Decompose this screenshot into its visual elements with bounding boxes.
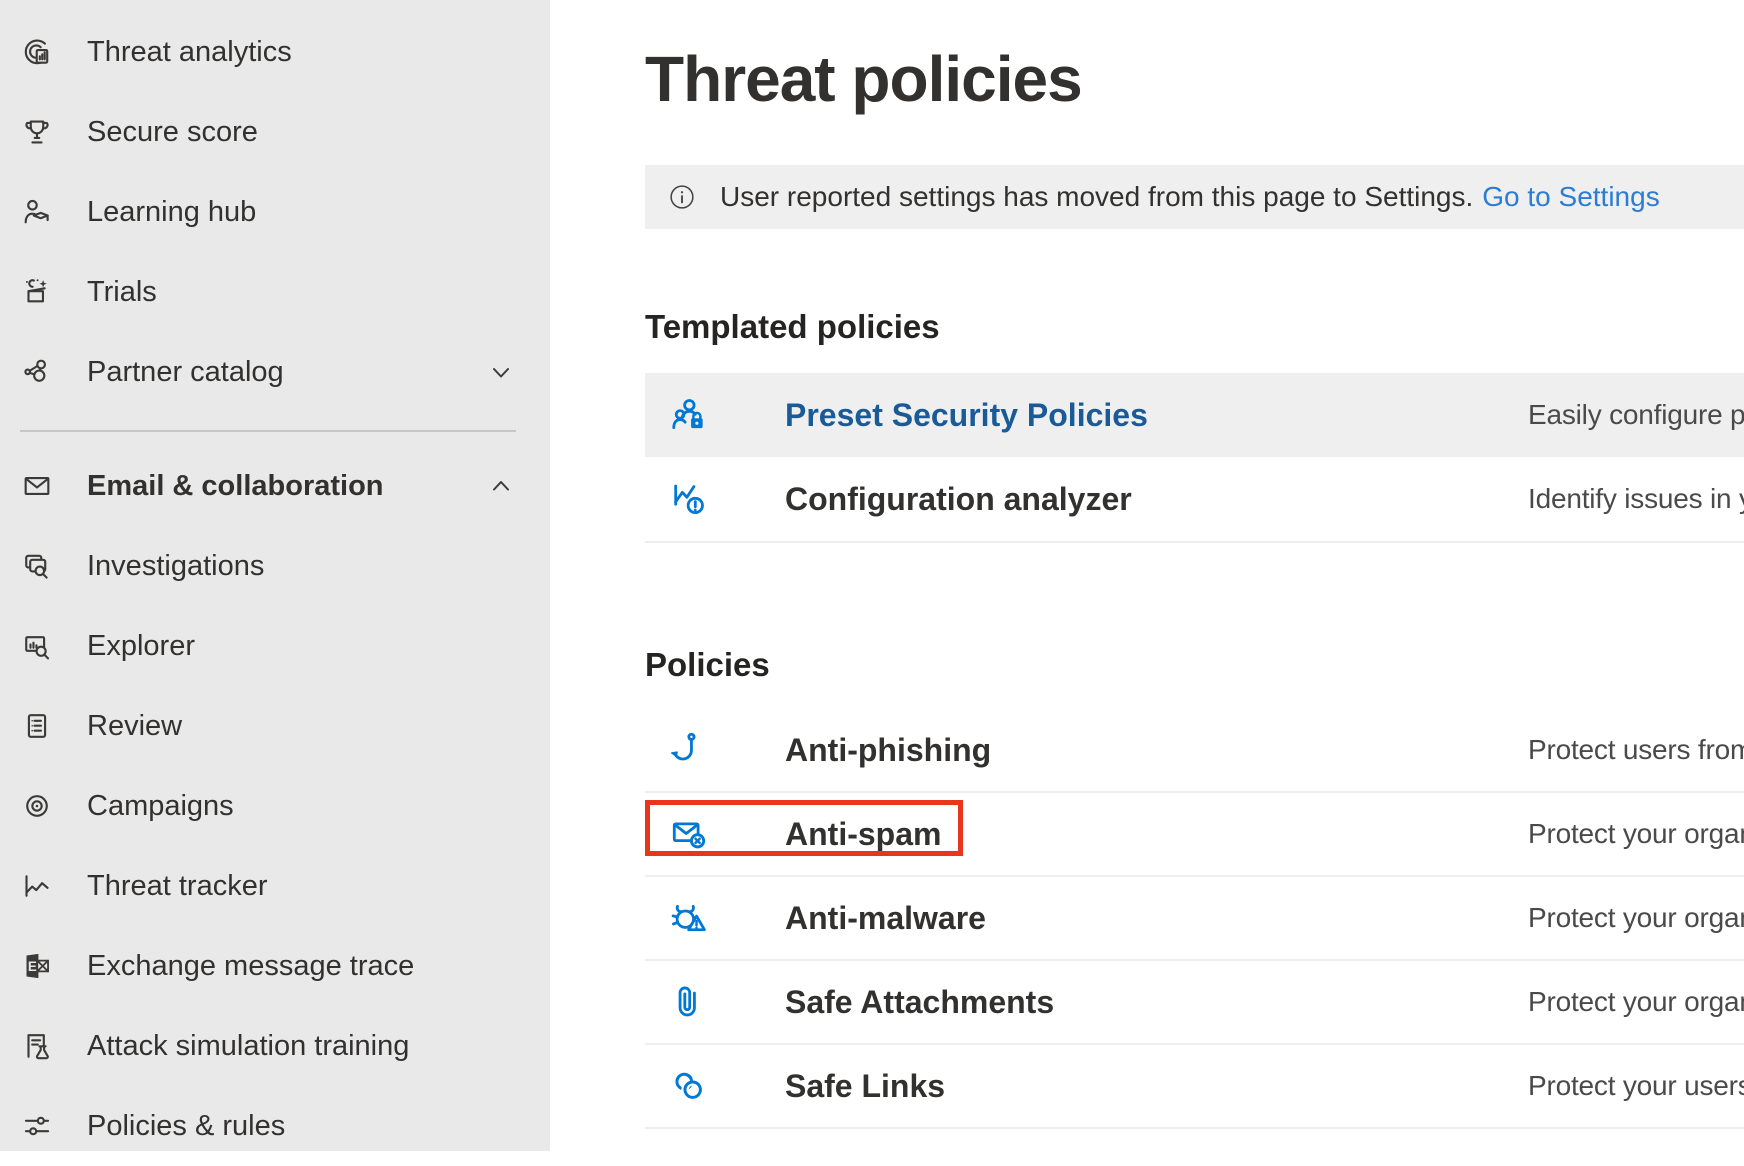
sidebar-item-threat-analytics[interactable]: Threat analytics — [0, 12, 550, 92]
exchange-icon: E — [20, 949, 54, 983]
sidebar-item-label: Exchange message trace — [87, 950, 414, 983]
info-banner: User reported settings has moved from th… — [645, 165, 1744, 229]
safe-attachments-icon — [668, 981, 710, 1023]
sidebar-item-label: Campaigns — [87, 790, 234, 823]
row-description: Protect your users fr — [1528, 1070, 1744, 1102]
row-label: Safe Links — [785, 1068, 945, 1105]
sidebar-item-label: Explorer — [87, 630, 195, 663]
trials-icon — [20, 275, 54, 309]
row-description: Protect your organiz — [1528, 902, 1744, 934]
section-heading-templated-policies: Templated policies — [645, 307, 1744, 347]
sidebar-item-label: Threat analytics — [87, 36, 292, 69]
sidebar-item-explorer[interactable]: Explorer — [0, 606, 550, 686]
campaigns-icon — [20, 789, 54, 823]
explorer-icon — [20, 629, 54, 663]
section-heading-policies: Policies — [645, 645, 1744, 685]
sidebar-item-label: Investigations — [87, 550, 264, 583]
policies-list: Anti-phishing Protect users from p Anti-… — [645, 709, 1744, 1129]
sidebar-item-campaigns[interactable]: Campaigns — [0, 766, 550, 846]
row-label: Anti-phishing — [785, 732, 991, 769]
sidebar-item-email-collaboration[interactable]: Email & collaboration — [0, 446, 550, 526]
row-label: Anti-spam — [785, 816, 941, 853]
anti-malware-icon — [668, 897, 710, 939]
attack-simulation-icon — [20, 1029, 54, 1063]
preset-security-icon — [668, 394, 710, 436]
templated-policies-list: Preset Security Policies Easily configur… — [645, 373, 1744, 541]
anti-phishing-icon — [668, 729, 710, 771]
sidebar-item-label: Policies & rules — [87, 1110, 285, 1143]
page-title: Threat policies — [645, 42, 1744, 116]
chevron-up-icon[interactable] — [489, 474, 513, 498]
svg-text:E: E — [28, 959, 37, 974]
main-content: Threat policies User reported settings h… — [550, 0, 1744, 1151]
row-configuration-analyzer[interactable]: Configuration analyzer Identify issues i… — [645, 457, 1744, 541]
sidebar-item-investigations[interactable]: Investigations — [0, 526, 550, 606]
policies-rules-icon — [20, 1109, 54, 1143]
row-label: Safe Attachments — [785, 984, 1054, 1021]
sidebar-item-label: Threat tracker — [87, 870, 268, 903]
go-to-settings-link[interactable]: Go to Settings — [1482, 181, 1659, 213]
investigations-icon — [20, 549, 54, 583]
sidebar-item-learning-hub[interactable]: Learning hub — [0, 172, 550, 252]
sidebar-item-label: Secure score — [87, 116, 258, 149]
anti-spam-icon — [668, 813, 710, 855]
sidebar-divider — [20, 430, 516, 432]
row-anti-spam[interactable]: Anti-spam Protect your organiz — [645, 793, 1744, 877]
sidebar-item-label: Trials — [87, 276, 157, 309]
row-description: Protect your organiz — [1528, 986, 1744, 1018]
row-description: Easily configure prot — [1528, 399, 1744, 431]
row-safe-attachments[interactable]: Safe Attachments Protect your organiz — [645, 961, 1744, 1045]
sidebar-item-label: Partner catalog — [87, 356, 284, 389]
email-icon — [20, 469, 54, 503]
sidebar-item-label: Learning hub — [87, 196, 256, 229]
threat-analytics-icon — [20, 35, 54, 69]
sidebar-item-secure-score[interactable]: Secure score — [0, 92, 550, 172]
sidebar-item-threat-tracker[interactable]: Threat tracker — [0, 846, 550, 926]
threat-tracker-icon — [20, 869, 54, 903]
divider — [645, 541, 1744, 543]
sidebar-item-label: Email & collaboration — [87, 470, 384, 503]
learning-hub-icon — [20, 195, 54, 229]
sidebar-item-trials[interactable]: Trials — [0, 252, 550, 332]
info-icon — [668, 183, 696, 211]
sidebar-item-attack-simulation-training[interactable]: Attack simulation training — [0, 1006, 550, 1086]
partner-catalog-icon — [20, 355, 54, 389]
row-safe-links[interactable]: Safe Links Protect your users fr — [645, 1045, 1744, 1129]
sidebar-item-exchange-message-trace[interactable]: E Exchange message trace — [0, 926, 550, 1006]
row-label: Configuration analyzer — [785, 481, 1132, 518]
secure-score-icon — [20, 115, 54, 149]
banner-message: User reported settings has moved from th… — [720, 181, 1473, 213]
sidebar-item-label: Attack simulation training — [87, 1030, 409, 1063]
sidebar-item-partner-catalog[interactable]: Partner catalog — [0, 332, 550, 412]
sidebar-item-review[interactable]: Review — [0, 686, 550, 766]
row-anti-phishing[interactable]: Anti-phishing Protect users from p — [645, 709, 1744, 793]
safe-links-icon — [668, 1065, 710, 1107]
sidebar: Threat analytics Secure score Learning h… — [0, 0, 550, 1151]
row-description: Protect your organiz — [1528, 818, 1744, 850]
chevron-down-icon[interactable] — [489, 360, 513, 384]
row-preset-security-policies[interactable]: Preset Security Policies Easily configur… — [645, 373, 1744, 457]
sidebar-item-label: Review — [87, 710, 182, 743]
row-label: Anti-malware — [785, 900, 986, 937]
review-icon — [20, 709, 54, 743]
row-anti-malware[interactable]: Anti-malware Protect your organiz — [645, 877, 1744, 961]
row-label-link[interactable]: Preset Security Policies — [785, 397, 1148, 434]
configuration-analyzer-icon — [668, 478, 710, 520]
row-description: Identify issues in you — [1528, 483, 1744, 515]
sidebar-item-policies-rules[interactable]: Policies & rules — [0, 1086, 550, 1166]
row-description: Protect users from p — [1528, 734, 1744, 766]
